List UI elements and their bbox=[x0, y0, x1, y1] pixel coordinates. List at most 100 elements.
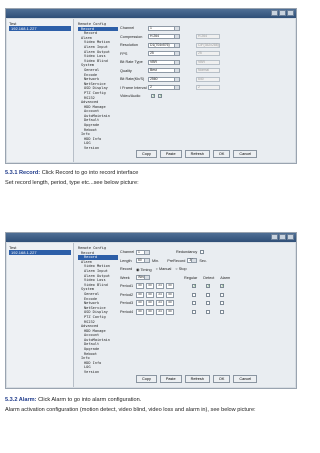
record-mode-stop[interactable]: ○ Stop bbox=[175, 267, 186, 271]
paste-button[interactable]: Paste bbox=[159, 150, 182, 158]
encode-row: FPS 25 25 bbox=[120, 50, 291, 59]
caption-alarm-title: 5.3.2 Alarm: bbox=[5, 397, 37, 403]
refresh-button[interactable]: Refresh bbox=[184, 150, 210, 158]
minimize-button[interactable] bbox=[271, 10, 278, 16]
record-mode-timing[interactable]: ◉ Timing bbox=[136, 267, 152, 272]
copy-button[interactable]: Copy bbox=[136, 375, 157, 383]
period-time-field[interactable]: 00 bbox=[166, 291, 174, 298]
period-checkbox[interactable] bbox=[192, 283, 196, 289]
tree-item[interactable]: Version bbox=[78, 370, 118, 375]
record-mode-manual[interactable]: ○ Manual bbox=[156, 267, 172, 271]
period-checkbox[interactable] bbox=[206, 309, 210, 314]
period-checkbox[interactable] bbox=[206, 301, 210, 306]
encode-extra-select[interactable]: 640 bbox=[196, 76, 220, 82]
week-select[interactable]: Wed bbox=[136, 275, 150, 281]
period-checkbox[interactable] bbox=[192, 292, 196, 297]
record-form: Channel 1 Redundancy Length 60 Min. PreR… bbox=[120, 248, 291, 316]
close-button[interactable] bbox=[287, 10, 294, 16]
encode-main-select[interactable]: VBR bbox=[148, 59, 180, 65]
encode-main-select[interactable]: 25 bbox=[148, 51, 180, 57]
period-checkbox[interactable] bbox=[192, 301, 196, 306]
device-group[interactable]: Test bbox=[7, 19, 73, 26]
period-time-field[interactable]: 00 bbox=[146, 300, 154, 307]
paste-button[interactable]: Paste bbox=[159, 375, 182, 383]
close-button[interactable] bbox=[287, 234, 294, 240]
record-mode-manual-label: Manual bbox=[158, 267, 172, 272]
encode-main-select[interactable]: Best bbox=[148, 68, 180, 74]
length-input[interactable]: 60 bbox=[136, 258, 150, 264]
device-item[interactable]: 192.168.1.227 bbox=[9, 250, 71, 255]
period-checkbox[interactable] bbox=[220, 301, 224, 306]
period-time-field[interactable]: 00 bbox=[166, 308, 174, 315]
minimize-button[interactable] bbox=[271, 234, 278, 240]
period-row: Period3 00 00 24 00 bbox=[120, 299, 291, 308]
caption-record-title: 5.3.1 Record: bbox=[5, 170, 41, 176]
tree-item[interactable]: Version bbox=[78, 146, 118, 151]
device-panel: Test 192.168.1.227 bbox=[7, 243, 74, 387]
window-controls bbox=[271, 10, 294, 16]
channel-select[interactable]: 1 bbox=[136, 249, 150, 255]
period-time-field[interactable]: 24 bbox=[156, 283, 164, 290]
period-time-field[interactable]: 00 bbox=[136, 308, 144, 315]
encode-extra-select[interactable]: 2 bbox=[196, 85, 220, 91]
encode-main-select[interactable]: D1(704x576) bbox=[148, 42, 180, 48]
maximize-button[interactable] bbox=[279, 234, 286, 240]
encode-extra-select[interactable]: Normal bbox=[196, 68, 220, 74]
period-time-field[interactable]: 00 bbox=[136, 283, 144, 290]
period-time-field[interactable]: 00 bbox=[136, 300, 144, 307]
encode-main-select[interactable]: 1 bbox=[148, 25, 180, 31]
period-time-field[interactable]: 00 bbox=[146, 308, 154, 315]
period-checkbox[interactable] bbox=[220, 283, 224, 289]
config-tree: Remote Config Record Record Alarm Video Moti… bbox=[78, 22, 118, 160]
period-checkbox[interactable] bbox=[206, 283, 210, 289]
period-checkbox[interactable] bbox=[220, 292, 224, 297]
period-time-field[interactable]: 00 bbox=[166, 300, 174, 307]
encode-form: Channel 1 Compression H.264 H.264 Resolution D… bbox=[120, 24, 291, 101]
caption-record-title-rest: Click Record to go into record interface bbox=[40, 170, 139, 176]
encode-extra-select[interactable]: VBR bbox=[196, 59, 220, 65]
device-group[interactable]: Test bbox=[7, 243, 73, 250]
screenshot-remote-config-record: Test 192.168.1.227 Remote Config Record Re… bbox=[5, 232, 297, 389]
encode-extra-select[interactable]: CIF(352x288) bbox=[196, 42, 220, 48]
encode-main-select[interactable]: H.264 bbox=[148, 34, 180, 40]
redundancy-label: Redundancy bbox=[176, 250, 198, 255]
cancel-button[interactable]: Cancel bbox=[233, 375, 258, 383]
period-checkbox[interactable] bbox=[192, 309, 196, 314]
period-list: Period100002400Period200002400Period3000… bbox=[120, 282, 291, 316]
audio-checkbox[interactable] bbox=[158, 93, 162, 99]
period-time-field[interactable]: 00 bbox=[136, 291, 144, 298]
encode-row-label: FPS bbox=[120, 51, 128, 56]
encode-row: Video/Audio bbox=[120, 92, 291, 101]
prerecord-unit: Sec. bbox=[199, 258, 207, 263]
maximize-button[interactable] bbox=[279, 10, 286, 16]
period-time-field[interactable]: 24 bbox=[156, 308, 164, 315]
period-checkbox[interactable] bbox=[206, 292, 210, 297]
period-time-field[interactable]: 24 bbox=[156, 291, 164, 298]
encode-main-select[interactable]: 2560 bbox=[148, 76, 180, 82]
encode-row: Resolution D1(704x576) CIF(352x288) bbox=[120, 41, 291, 50]
encode-extra-select[interactable]: H.264 bbox=[196, 34, 220, 40]
col-alarm: Alarm bbox=[220, 275, 231, 280]
period-label: Period1 bbox=[120, 284, 134, 289]
encode-extra-select[interactable]: 25 bbox=[196, 51, 220, 57]
period-time-field[interactable]: 00 bbox=[166, 283, 174, 290]
period-time-field[interactable]: 00 bbox=[146, 291, 154, 298]
refresh-button[interactable]: Refresh bbox=[184, 375, 210, 383]
period-time-field[interactable]: 24 bbox=[156, 300, 164, 307]
encode-row: Channel 1 bbox=[120, 24, 291, 33]
ok-button[interactable]: OK bbox=[212, 375, 231, 383]
length-row: Length 60 Min. PreRecord 30 Sec. bbox=[120, 257, 291, 266]
cancel-button[interactable]: Cancel bbox=[233, 150, 258, 158]
prerecord-input[interactable]: 30 bbox=[187, 258, 198, 264]
period-time-field[interactable]: 00 bbox=[146, 283, 154, 290]
period-checkbox[interactable] bbox=[220, 309, 224, 314]
encode-row-label: Video/Audio bbox=[120, 94, 141, 99]
encode-main-select[interactable]: 2 bbox=[148, 85, 180, 91]
period-row: Period1 00 00 24 00 bbox=[120, 282, 291, 291]
device-item[interactable]: 192.168.1.227 bbox=[9, 26, 71, 31]
ok-button[interactable]: OK bbox=[212, 150, 231, 158]
redundancy-checkbox[interactable] bbox=[200, 250, 205, 255]
video-checkbox[interactable] bbox=[151, 93, 155, 99]
config-panel: Remote Config Record Record Alarm Video Moti… bbox=[74, 243, 295, 387]
copy-button[interactable]: Copy bbox=[136, 150, 157, 158]
